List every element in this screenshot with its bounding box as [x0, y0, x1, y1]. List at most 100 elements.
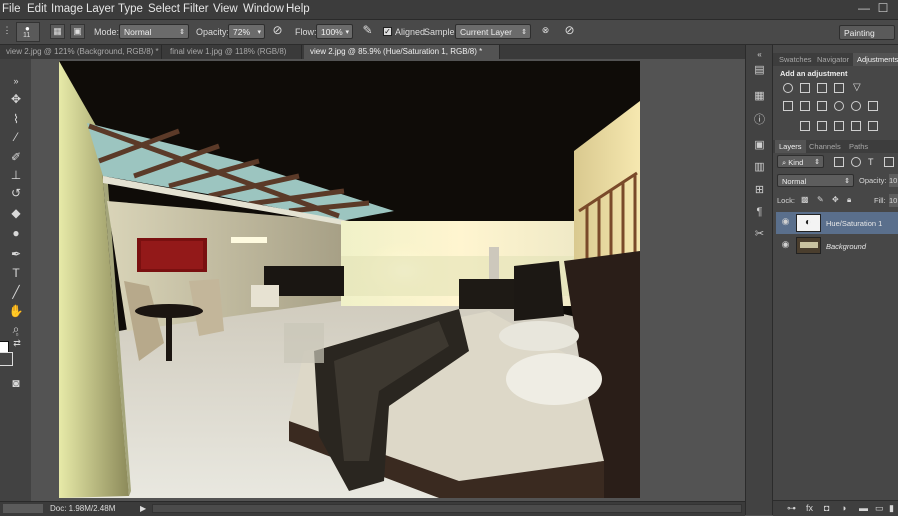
- info-panel-icon[interactable]: ⓘ: [752, 113, 767, 128]
- tab-adjustments[interactable]: Adjustments: [853, 53, 898, 66]
- threshold-icon[interactable]: [834, 121, 844, 131]
- pen-tool-icon[interactable]: ✒: [6, 246, 26, 262]
- new-adjustment-layer-icon[interactable]: ◑: [841, 503, 846, 513]
- layer-opacity-input[interactable]: 10: [889, 174, 898, 187]
- move-tool-icon[interactable]: ✥: [6, 91, 26, 107]
- posterize-icon[interactable]: [817, 121, 827, 131]
- background-color-swatch[interactable]: [0, 352, 13, 366]
- tab-channels[interactable]: Channels: [805, 140, 845, 153]
- layer-row-background[interactable]: ◉ Background: [776, 235, 898, 257]
- filter-adjustment-icon[interactable]: [851, 157, 861, 167]
- collapse-icon[interactable]: «: [752, 47, 767, 62]
- brightness-contrast-icon[interactable]: [783, 83, 793, 93]
- new-group-icon[interactable]: ▬: [859, 503, 868, 513]
- lock-pixels-icon[interactable]: ✎: [817, 195, 824, 204]
- color-balance-icon[interactable]: [800, 101, 810, 111]
- selective-color-icon[interactable]: [851, 121, 861, 131]
- clone-stamp-tool-icon[interactable]: ⊥: [6, 167, 26, 183]
- menu-filter[interactable]: Filter: [183, 3, 209, 15]
- collapse-icon[interactable]: »: [6, 73, 26, 89]
- brush-panel-icon[interactable]: ▦: [50, 24, 65, 39]
- brush-preset-picker[interactable]: ● 11: [16, 22, 40, 42]
- quick-mask-icon[interactable]: ◙: [6, 375, 26, 391]
- hand-tool-icon[interactable]: ✋: [6, 303, 26, 319]
- dodge-tool-icon[interactable]: ●: [6, 225, 26, 241]
- menu-select[interactable]: Select: [148, 3, 180, 15]
- eraser-tool-icon[interactable]: ◆: [6, 205, 26, 221]
- tab-navigator[interactable]: Navigator: [813, 53, 853, 66]
- curves-icon[interactable]: [817, 83, 827, 93]
- menu-layer[interactable]: Layer: [86, 3, 115, 15]
- layer-filter-kind-select[interactable]: ⌕ Kind ⇕: [777, 155, 824, 168]
- brush-presets-icon[interactable]: ▦: [752, 89, 767, 104]
- menu-edit[interactable]: Edit: [27, 3, 47, 15]
- sample-select[interactable]: Current Layer ⇕: [455, 24, 531, 39]
- tab-paths[interactable]: Paths: [845, 140, 872, 153]
- paragraph-panel-icon[interactable]: ¶: [752, 205, 767, 220]
- document-canvas[interactable]: [59, 61, 640, 498]
- workspace-select[interactable]: Painting: [839, 25, 895, 40]
- trash-icon[interactable]: ▮: [889, 503, 894, 514]
- photo-filter-icon[interactable]: [834, 101, 844, 111]
- actions-panel-icon[interactable]: ▥: [752, 160, 767, 175]
- eye-icon[interactable]: ◉: [781, 240, 790, 249]
- filter-type-icon[interactable]: T: [868, 157, 878, 167]
- opacity-input[interactable]: 72% ▾: [228, 24, 265, 39]
- menu-type[interactable]: Type: [118, 3, 143, 15]
- lock-position-icon[interactable]: ✥: [832, 195, 839, 204]
- layer-row-hue-saturation[interactable]: ◉ ◐ Hue/Saturation 1: [776, 212, 898, 234]
- exposure-icon[interactable]: [834, 83, 844, 93]
- black-white-icon[interactable]: [817, 101, 827, 111]
- pressure-opacity-icon[interactable]: ⊘: [270, 24, 285, 39]
- pressure-size-icon[interactable]: ⊘: [562, 24, 577, 39]
- ignore-adjustment-layers-icon[interactable]: ⊗: [538, 24, 553, 39]
- tab-swatches[interactable]: Swatches: [775, 53, 816, 66]
- new-layer-icon[interactable]: ▭: [875, 503, 884, 514]
- clone-source-icon[interactable]: ▣: [70, 24, 85, 39]
- minimize-button[interactable]: —: [858, 2, 870, 14]
- default-colors-icon[interactable]: ▫: [12, 327, 22, 343]
- blend-mode-select[interactable]: Normal ⇕: [777, 174, 854, 187]
- horizontal-scrollbar[interactable]: [152, 504, 742, 513]
- history-brush-tool-icon[interactable]: ↺: [6, 185, 26, 201]
- filter-shape-icon[interactable]: [884, 157, 894, 167]
- tool-presets-icon[interactable]: ✂: [752, 227, 767, 242]
- vibrance-icon[interactable]: ▽: [853, 83, 863, 93]
- lock-all-icon[interactable]: 🔒︎: [847, 195, 851, 205]
- layer-style-icon[interactable]: fx: [806, 503, 813, 513]
- color-lookup-icon[interactable]: [868, 101, 878, 111]
- menu-view[interactable]: View: [213, 3, 238, 15]
- history-panel-icon[interactable]: ▤: [752, 63, 767, 78]
- filter-pixel-icon[interactable]: [834, 157, 844, 167]
- layer-mask-icon[interactable]: ◘: [824, 503, 829, 513]
- tab-view2-background[interactable]: view 2.jpg @ 121% (Background, RGB/8) *: [0, 45, 162, 59]
- gradient-map-icon[interactable]: [868, 121, 878, 131]
- menu-file[interactable]: File: [2, 3, 21, 15]
- mode-select[interactable]: Normal ⇕: [119, 24, 189, 39]
- tab-final-view1[interactable]: final view 1.jpg @ 118% (RGB/8): [164, 45, 302, 59]
- zoom-level-field[interactable]: [3, 504, 43, 513]
- tab-view2-hue-saturation[interactable]: view 2.jpg @ 85.9% (Hue/Saturation 1, RG…: [304, 45, 500, 59]
- link-layers-icon[interactable]: ⊶: [787, 503, 796, 514]
- tab-layers[interactable]: Layers: [775, 140, 806, 153]
- properties-panel-icon[interactable]: ▣: [752, 138, 767, 153]
- menu-help[interactable]: Help: [286, 3, 310, 15]
- line-tool-icon[interactable]: ╱: [6, 284, 26, 300]
- brush-tool-icon[interactable]: ✐: [6, 149, 26, 165]
- fill-input[interactable]: 10: [889, 194, 898, 207]
- status-menu-arrow-icon[interactable]: ▶: [140, 502, 146, 515]
- clone-source-panel-icon[interactable]: ⊞: [752, 183, 767, 198]
- aligned-checkbox[interactable]: ✓: [383, 27, 392, 36]
- lock-transparent-icon[interactable]: ▩: [801, 195, 809, 204]
- channel-mixer-icon[interactable]: [851, 101, 861, 111]
- menu-window[interactable]: Window: [243, 3, 284, 15]
- levels-icon[interactable]: [800, 83, 810, 93]
- eyedropper-tool-icon[interactable]: ⁄: [6, 129, 26, 145]
- menu-image[interactable]: Image: [51, 3, 83, 15]
- hue-saturation-icon[interactable]: [783, 101, 793, 111]
- invert-icon[interactable]: [800, 121, 810, 131]
- airbrush-icon[interactable]: ✎: [360, 24, 375, 39]
- type-tool-icon[interactable]: T: [6, 265, 26, 281]
- quick-selection-tool-icon[interactable]: ⌇: [6, 111, 26, 127]
- maximize-button[interactable]: ☐: [877, 2, 889, 14]
